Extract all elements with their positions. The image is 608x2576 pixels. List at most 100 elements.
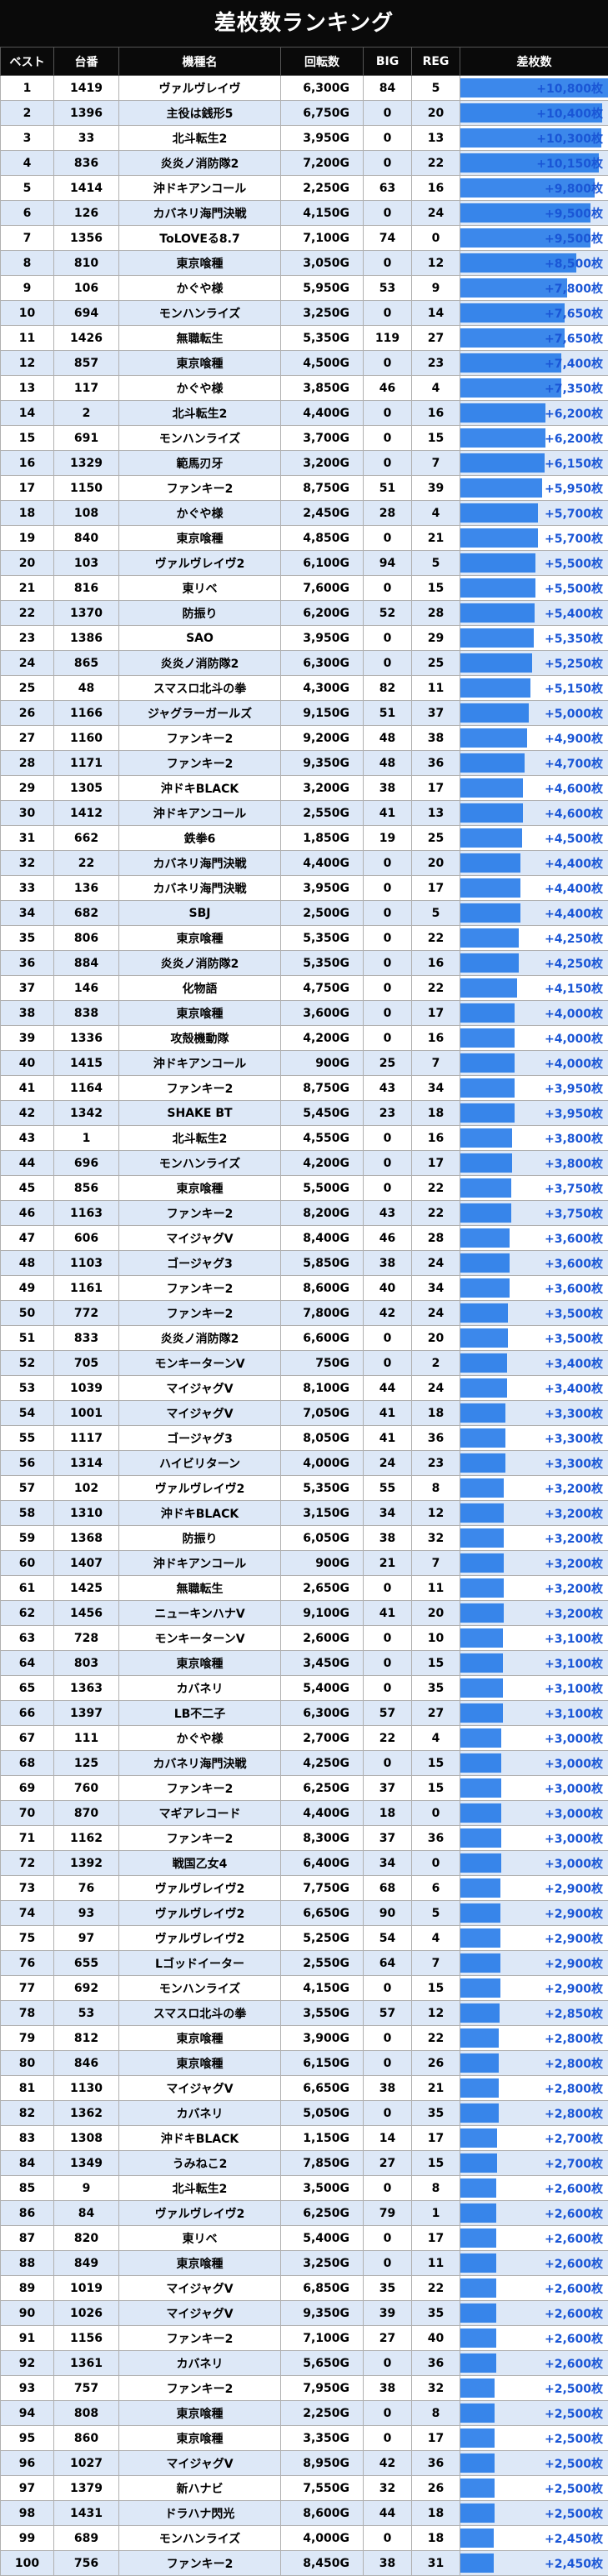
table-row[interactable]: 70 870 マギアレコード 4,400G 18 0 +3,000枚	[0, 1800, 608, 1826]
table-row[interactable]: 61 1425 無職転生 2,650G 0 11 +3,200枚	[0, 1575, 608, 1601]
table-row[interactable]: 31 662 鉄拳6 1,850G 19 25 +4,500枚	[0, 825, 608, 851]
table-row[interactable]: 29 1305 沖ドキBLACK 3,200G 38 17 +4,600枚	[0, 775, 608, 801]
table-row[interactable]: 32 22 カバネリ海門決戦 4,400G 0 20 +4,400枚	[0, 850, 608, 876]
table-row[interactable]: 1 1419 ヴァルヴレイヴ 6,300G 84 5 +10,800枚	[0, 75, 608, 101]
table-row[interactable]: 92 1361 カバネリ 5,650G 0 36 +2,600枚	[0, 2350, 608, 2376]
table-row[interactable]: 73 76 ヴァルヴレイヴ2 7,750G 68 6 +2,900枚	[0, 1875, 608, 1901]
table-row[interactable]: 59 1368 防振り 6,050G 38 32 +3,200枚	[0, 1525, 608, 1551]
table-row[interactable]: 26 1166 ジャグラーガールズ 9,150G 51 37 +5,000枚	[0, 700, 608, 726]
table-row[interactable]: 41 1164 ファンキー2 8,750G 43 34 +3,950枚	[0, 1075, 608, 1101]
table-row[interactable]: 84 1349 うみねこ2 7,850G 27 15 +2,700枚	[0, 2150, 608, 2176]
table-row[interactable]: 56 1314 ハイビリターン 4,000G 24 23 +3,300枚	[0, 1450, 608, 1476]
table-row[interactable]: 63 728 モンキーターンV 2,600G 0 10 +3,100枚	[0, 1625, 608, 1651]
table-row[interactable]: 3 33 北斗転生2 3,950G 0 13 +10,300枚	[0, 125, 608, 151]
table-row[interactable]: 5 1414 沖ドキアンコール 2,250G 63 16 +9,800枚	[0, 175, 608, 201]
table-row[interactable]: 14 2 北斗転生2 4,400G 0 16 +6,200枚	[0, 400, 608, 426]
table-row[interactable]: 69 760 ファンキー2 6,250G 37 15 +3,000枚	[0, 1775, 608, 1801]
table-row[interactable]: 34 682 SBJ 2,500G 0 5 +4,400枚	[0, 900, 608, 926]
table-row[interactable]: 12 857 東京喰種 4,500G 0 23 +7,400枚	[0, 350, 608, 376]
table-row[interactable]: 22 1370 防振り 6,200G 52 28 +5,400枚	[0, 600, 608, 626]
table-row[interactable]: 28 1171 ファンキー2 9,350G 48 36 +4,700枚	[0, 750, 608, 776]
table-row[interactable]: 96 1027 マイジャグV 8,950G 42 36 +2,500枚	[0, 2450, 608, 2476]
table-row[interactable]: 52 705 モンキーターンV 750G 0 2 +3,400枚	[0, 1350, 608, 1376]
table-row[interactable]: 20 103 ヴァルヴレイヴ2 6,100G 94 5 +5,500枚	[0, 550, 608, 576]
table-row[interactable]: 53 1039 マイジャグV 8,100G 44 24 +3,400枚	[0, 1375, 608, 1401]
table-row[interactable]: 38 838 東京喰種 3,600G 0 17 +4,000枚	[0, 1000, 608, 1026]
table-row[interactable]: 36 884 炎炎ノ消防隊2 5,350G 0 16 +4,250枚	[0, 950, 608, 976]
table-row[interactable]: 89 1019 マイジャグV 6,850G 35 22 +2,600枚	[0, 2275, 608, 2301]
table-row[interactable]: 11 1426 無職転生 5,350G 119 27 +7,650枚	[0, 325, 608, 351]
header-spins[interactable]: 回転数	[280, 47, 364, 76]
table-row[interactable]: 94 808 東京喰種 2,250G 0 8 +2,500枚	[0, 2400, 608, 2426]
table-row[interactable]: 19 840 東京喰種 4,850G 0 21 +5,700枚	[0, 525, 608, 551]
table-row[interactable]: 64 803 東京喰種 3,450G 0 15 +3,100枚	[0, 1650, 608, 1676]
table-row[interactable]: 10 694 モンハンライズ 3,250G 0 14 +7,650枚	[0, 300, 608, 326]
table-row[interactable]: 81 1130 マイジャグV 6,650G 38 21 +2,800枚	[0, 2075, 608, 2101]
table-row[interactable]: 65 1363 カバネリ 5,400G 0 35 +3,100枚	[0, 1675, 608, 1701]
table-row[interactable]: 79 812 東京喰種 3,900G 0 22 +2,800枚	[0, 2025, 608, 2051]
table-row[interactable]: 6 126 カバネリ海門決戦 4,150G 0 24 +9,500枚	[0, 200, 608, 226]
header-machine-name[interactable]: 機種名	[118, 47, 281, 76]
table-row[interactable]: 44 696 モンハンライズ 4,200G 0 17 +3,800枚	[0, 1150, 608, 1176]
table-row[interactable]: 13 117 かぐや様 3,850G 46 4 +7,350枚	[0, 375, 608, 401]
table-row[interactable]: 100 756 ファンキー2 8,450G 38 31 +2,450枚	[0, 2550, 608, 2576]
table-row[interactable]: 72 1392 戦国乙女4 6,400G 34 0 +3,000枚	[0, 1850, 608, 1876]
table-row[interactable]: 67 111 かぐや様 2,700G 22 4 +3,000枚	[0, 1725, 608, 1751]
table-row[interactable]: 23 1386 SAO 3,950G 0 29 +5,350枚	[0, 625, 608, 651]
table-row[interactable]: 75 97 ヴァルヴレイヴ2 5,250G 54 4 +2,900枚	[0, 1925, 608, 1951]
table-row[interactable]: 77 692 モンハンライズ 4,150G 0 15 +2,900枚	[0, 1975, 608, 2001]
table-row[interactable]: 46 1163 ファンキー2 8,200G 43 22 +3,750枚	[0, 1200, 608, 1226]
table-row[interactable]: 68 125 カバネリ海門決戦 4,250G 0 15 +3,000枚	[0, 1750, 608, 1776]
table-row[interactable]: 83 1308 沖ドキBLACK 1,150G 14 17 +2,700枚	[0, 2125, 608, 2151]
table-row[interactable]: 51 833 炎炎ノ消防隊2 6,600G 0 20 +3,500枚	[0, 1325, 608, 1351]
table-row[interactable]: 54 1001 マイジャグV 7,050G 41 18 +3,300枚	[0, 1400, 608, 1426]
table-row[interactable]: 66 1397 LB不二子 6,300G 57 27 +3,100枚	[0, 1700, 608, 1726]
table-row[interactable]: 99 689 モンハンライズ 4,000G 0 18 +2,450枚	[0, 2525, 608, 2551]
table-row[interactable]: 42 1342 SHAKE BT 5,450G 23 18 +3,950枚	[0, 1100, 608, 1126]
table-row[interactable]: 40 1415 沖ドキアンコール 900G 25 7 +4,000枚	[0, 1050, 608, 1076]
table-row[interactable]: 90 1026 マイジャグV 9,350G 39 35 +2,600枚	[0, 2300, 608, 2326]
table-row[interactable]: 86 84 ヴァルヴレイヴ2 6,250G 79 1 +2,600枚	[0, 2200, 608, 2226]
header-big[interactable]: BIG	[363, 47, 412, 76]
table-row[interactable]: 18 108 かぐや様 2,450G 28 4 +5,700枚	[0, 500, 608, 526]
table-row[interactable]: 78 53 スマスロ北斗の拳 3,550G 57 12 +2,850枚	[0, 2000, 608, 2026]
table-row[interactable]: 21 816 東リベ 7,600G 0 15 +5,500枚	[0, 575, 608, 601]
table-row[interactable]: 76 655 Lゴッドイーター 2,550G 64 7 +2,900枚	[0, 1950, 608, 1976]
table-row[interactable]: 39 1336 攻殻機動隊 4,200G 0 16 +4,000枚	[0, 1025, 608, 1051]
header-rank[interactable]: ベスト	[0, 47, 54, 76]
table-row[interactable]: 37 146 化物語 4,750G 0 22 +4,150枚	[0, 975, 608, 1001]
table-row[interactable]: 60 1407 沖ドキアンコール 900G 21 7 +3,200枚	[0, 1550, 608, 1576]
table-row[interactable]: 49 1161 ファンキー2 8,600G 40 34 +3,600枚	[0, 1275, 608, 1301]
table-row[interactable]: 62 1456 ニューキンハナV 9,100G 41 20 +3,200枚	[0, 1600, 608, 1626]
table-row[interactable]: 25 48 スマスロ北斗の拳 4,300G 82 11 +5,150枚	[0, 675, 608, 701]
table-row[interactable]: 4 836 炎炎ノ消防隊2 7,200G 0 22 +10,150枚	[0, 150, 608, 176]
table-row[interactable]: 87 820 東リベ 5,400G 0 17 +2,600枚	[0, 2225, 608, 2251]
table-row[interactable]: 16 1329 範馬刃牙 3,200G 0 7 +6,150枚	[0, 450, 608, 476]
table-row[interactable]: 98 1431 ドラハナ閃光 8,600G 44 18 +2,500枚	[0, 2500, 608, 2526]
table-row[interactable]: 50 772 ファンキー2 7,800G 42 24 +3,500枚	[0, 1300, 608, 1326]
header-machine-number[interactable]: 台番	[53, 47, 119, 76]
table-row[interactable]: 74 93 ヴァルヴレイヴ2 6,650G 90 5 +2,900枚	[0, 1900, 608, 1926]
table-row[interactable]: 57 102 ヴァルヴレイヴ2 5,350G 55 8 +3,200枚	[0, 1475, 608, 1501]
header-diff[interactable]: 差枚数	[460, 47, 608, 76]
table-row[interactable]: 47 606 マイジャグV 8,400G 46 28 +3,600枚	[0, 1225, 608, 1251]
table-row[interactable]: 88 849 東京喰種 3,250G 0 11 +2,600枚	[0, 2250, 608, 2276]
table-row[interactable]: 82 1362 カバネリ 5,050G 0 35 +2,800枚	[0, 2100, 608, 2126]
table-row[interactable]: 97 1379 新ハナビ 7,550G 32 26 +2,500枚	[0, 2475, 608, 2501]
table-row[interactable]: 85 9 北斗転生2 3,500G 0 8 +2,600枚	[0, 2175, 608, 2201]
table-row[interactable]: 71 1162 ファンキー2 8,300G 37 36 +3,000枚	[0, 1825, 608, 1851]
table-row[interactable]: 27 1160 ファンキー2 9,200G 48 38 +4,900枚	[0, 725, 608, 751]
table-row[interactable]: 55 1117 ゴージャグ3 8,050G 41 36 +3,300枚	[0, 1425, 608, 1451]
table-row[interactable]: 2 1396 主役は銭形5 6,750G 0 20 +10,400枚	[0, 100, 608, 126]
table-row[interactable]: 15 691 モンハンライズ 3,700G 0 15 +6,200枚	[0, 425, 608, 451]
table-row[interactable]: 17 1150 ファンキー2 8,750G 51 39 +5,950枚	[0, 475, 608, 501]
table-row[interactable]: 95 860 東京喰種 3,350G 0 17 +2,500枚	[0, 2425, 608, 2451]
table-row[interactable]: 80 846 東京喰種 6,150G 0 26 +2,800枚	[0, 2050, 608, 2076]
table-row[interactable]: 9 106 かぐや様 5,950G 53 9 +7,800枚	[0, 275, 608, 301]
table-row[interactable]: 58 1310 沖ドキBLACK 3,150G 34 12 +3,200枚	[0, 1500, 608, 1526]
table-row[interactable]: 8 810 東京喰種 3,050G 0 12 +8,500枚	[0, 250, 608, 276]
table-row[interactable]: 35 806 東京喰種 5,350G 0 22 +4,250枚	[0, 925, 608, 951]
table-row[interactable]: 45 856 東京喰種 5,500G 0 22 +3,750枚	[0, 1175, 608, 1201]
table-row[interactable]: 24 865 炎炎ノ消防隊2 6,300G 0 25 +5,250枚	[0, 650, 608, 676]
table-row[interactable]: 30 1412 沖ドキアンコール 2,550G 41 13 +4,600枚	[0, 800, 608, 826]
